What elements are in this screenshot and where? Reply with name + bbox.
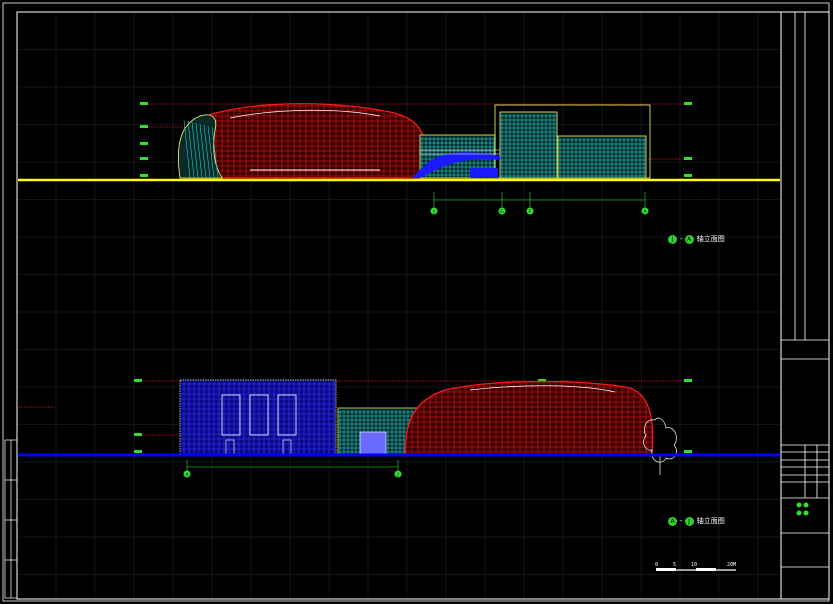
caption-tag-end: A: [684, 234, 694, 244]
cad-drawing: J G F A A J: [0, 0, 833, 604]
caption-tag-end: J: [684, 516, 694, 526]
axis-tag-J: J: [432, 209, 434, 215]
axis-tag-G: G: [500, 209, 504, 215]
axis-tag-F: F: [529, 209, 532, 215]
caption-tag-start: A: [668, 516, 677, 526]
bottom-elevation-caption: A-J 轴立面图: [668, 516, 725, 526]
scale-label-10: 10: [691, 562, 698, 568]
scale-label-20m: 20M: [727, 562, 737, 568]
scale-label-5: 5: [673, 562, 677, 568]
scale-label-0: 0: [655, 562, 659, 568]
drawing-background: [0, 0, 833, 604]
caption-text: 轴立面图: [696, 517, 725, 525]
top-elevation-caption: J-A 轴立面图: [668, 234, 725, 244]
caption-text: 轴立面图: [696, 235, 725, 243]
caption-tag-start: J: [668, 234, 677, 244]
bottom-blue-block: [179, 379, 337, 456]
axis-tag-J-bottom: J: [396, 472, 398, 478]
